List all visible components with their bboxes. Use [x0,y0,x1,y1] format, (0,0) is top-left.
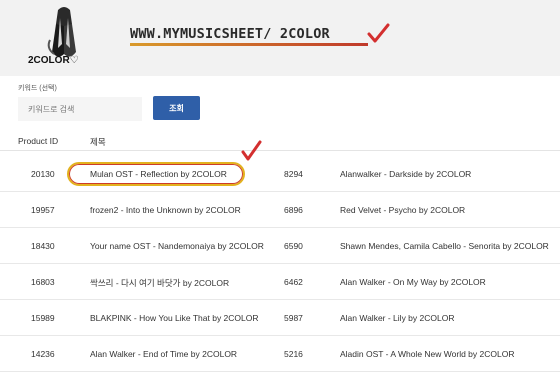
product-title[interactable]: 싹쓰리 - 다시 여기 바닷가 by 2COLOR [90,277,229,289]
product-id: 18430 [31,241,55,251]
search-button[interactable]: 조회 [153,96,200,120]
product-id: 15989 [31,313,55,323]
table-row[interactable]: 14236 Alan Walker - End of Time by 2COLO… [0,336,560,372]
product-id: 14236 [31,349,55,359]
product-id: 16803 [31,277,55,287]
product-id: 20130 [31,169,55,179]
product-title[interactable]: Red Velvet - Psycho by 2COLOR [340,205,465,215]
logo-text: 2COLOR♡ [28,55,79,66]
product-title[interactable]: Alanwalker - Darkside by 2COLOR [340,169,471,179]
search-input[interactable] [18,97,142,121]
highlight-oval [67,162,245,186]
banner-url: WWW.MYMUSICSHEET/ 2COLOR [130,26,330,42]
product-title[interactable]: BLAKPINK - How You Like That by 2COLOR [90,313,259,323]
product-title[interactable]: Alan Walker - End of Time by 2COLOR [90,349,237,359]
product-id: 6590 [284,241,303,251]
column-header-product-id: Product ID [18,136,59,146]
table-row[interactable]: 19957 frozen2 - Into the Unknown by 2COL… [0,192,560,228]
site-banner: WWW.MYMUSICSHEET/ 2COLOR [130,23,390,48]
product-id: 5216 [284,349,303,359]
check-mark-icon [241,140,262,161]
check-mark-icon [367,23,390,43]
page-header: 2COLOR♡ WWW.MYMUSICSHEET/ 2COLOR [0,0,560,76]
search-label: 키워드 (선택) [18,85,57,92]
table-row[interactable]: 18430 Your name OST - Nandemonaiya by 2C… [0,228,560,264]
product-title[interactable]: Shawn Mendes, Camila Cabello - Senorita … [340,241,549,251]
product-title[interactable]: Alan Walker - Lily by 2COLOR [340,313,454,323]
product-title[interactable]: Your name OST - Nandemonaiya by 2COLOR [90,241,264,251]
product-id: 6462 [284,277,303,287]
banner-underline [130,43,368,46]
product-title[interactable]: Alan Walker - On My Way by 2COLOR [340,277,486,287]
product-id: 6896 [284,205,303,215]
column-header-title: 제목 [90,137,106,147]
product-title[interactable]: Aladin OST - A Whole New World by 2COLOR [340,349,514,359]
product-id: 5987 [284,313,303,323]
table-row[interactable]: 16803 싹쓰리 - 다시 여기 바닷가 by 2COLOR 6462 Ala… [0,264,560,300]
table-row[interactable]: 15989 BLAKPINK - How You Like That by 2C… [0,300,560,336]
product-id: 19957 [31,205,55,215]
table-header: Product ID 제목 [0,133,560,151]
product-title[interactable]: frozen2 - Into the Unknown by 2COLOR [90,205,241,215]
product-id: 8294 [284,169,303,179]
